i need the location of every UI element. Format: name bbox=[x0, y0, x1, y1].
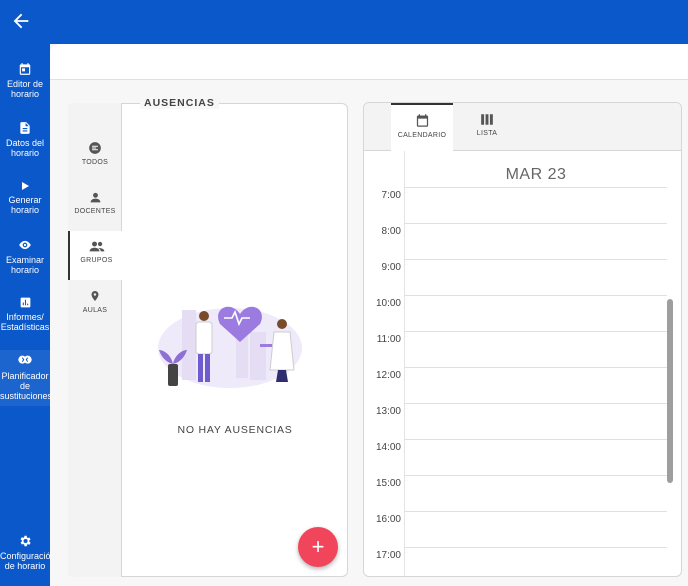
gear-icon bbox=[20, 535, 31, 547]
tab-calendario[interactable]: CALENDARIO bbox=[391, 103, 453, 152]
hour-label: 7:00 bbox=[381, 190, 401, 201]
hour-label: 15:00 bbox=[375, 478, 401, 489]
hour-line bbox=[404, 511, 667, 512]
hour-label: 17:00 bbox=[375, 550, 401, 561]
hour-label: 8:00 bbox=[381, 226, 401, 237]
hour-line bbox=[404, 367, 667, 368]
group-icon bbox=[89, 241, 104, 252]
hour-line bbox=[404, 403, 667, 404]
hour-label: 9:00 bbox=[381, 262, 401, 273]
tab-lista[interactable]: LISTA bbox=[456, 103, 518, 151]
tab-label: GRUPOS bbox=[80, 257, 113, 264]
sidebar-item-label: Examinar horario bbox=[5, 255, 44, 275]
top-bar bbox=[0, 0, 688, 44]
sidebar-item-datos[interactable]: Datos del horario bbox=[0, 121, 50, 158]
tab-label: DOCENTES bbox=[74, 208, 116, 215]
hour-line bbox=[404, 259, 667, 260]
doctors-illustration bbox=[158, 306, 302, 388]
hour-line bbox=[404, 187, 667, 188]
sidebar-item-label: Datos del horario bbox=[5, 138, 45, 158]
tab-label: LISTA bbox=[476, 130, 498, 137]
play-icon bbox=[22, 182, 29, 190]
hour-label: 12:00 bbox=[375, 370, 401, 381]
sidebar-item-configuracion[interactable]: Configuración de horario bbox=[0, 534, 56, 571]
sidebar-item-generar[interactable]: Generar horario bbox=[0, 180, 50, 215]
hour-line bbox=[404, 295, 667, 296]
grid-divider bbox=[404, 189, 405, 576]
chart-icon bbox=[20, 297, 30, 308]
sidebar-item-examinar[interactable]: Examinar horario bbox=[0, 238, 50, 275]
hour-line bbox=[404, 331, 667, 332]
hour-label: 11:00 bbox=[376, 334, 401, 345]
empty-state-text: NO HAY AUSENCIAS bbox=[177, 424, 293, 436]
sidebar-item-label: Editor de horario bbox=[6, 79, 44, 99]
tab-grupos[interactable]: GRUPOS bbox=[68, 231, 123, 280]
location-pin-icon bbox=[91, 291, 99, 301]
calendar-grid: 7:00 8:00 9:00 10:00 11:00 12:00 13:00 14:00 15:… bbox=[364, 187, 667, 576]
substitutions-icon bbox=[18, 355, 32, 364]
sidebar-item-editor[interactable]: Editor de horario bbox=[0, 62, 50, 99]
tab-label: TODOS bbox=[81, 159, 109, 166]
hour-label: 10:00 bbox=[375, 298, 401, 309]
hour-label: 14:00 bbox=[375, 442, 401, 453]
calendar-edit-icon bbox=[19, 63, 31, 75]
calendar-tab-bar: CALENDARIO LISTA bbox=[364, 103, 681, 152]
list-columns-icon bbox=[481, 114, 493, 125]
tab-label: CALENDARIO bbox=[397, 132, 447, 139]
absences-title: AUSENCIAS bbox=[140, 97, 219, 109]
add-absence-button[interactable]: + bbox=[298, 527, 338, 567]
tab-todos[interactable]: TODOS bbox=[68, 141, 122, 189]
back-arrow-icon[interactable] bbox=[10, 10, 32, 32]
hour-label: 13:00 bbox=[375, 406, 401, 417]
tab-aulas[interactable]: AULAS bbox=[68, 289, 122, 337]
sidebar-item-label: Configuración de horario bbox=[0, 551, 56, 571]
calendar-panel: CALENDARIO LISTA MAR 23 7:00 8:00 9:00 10:0… bbox=[363, 102, 682, 577]
hour-line bbox=[404, 475, 667, 476]
calendar-scrollbar[interactable] bbox=[667, 299, 673, 483]
hour-line bbox=[404, 223, 667, 224]
calendar-icon bbox=[416, 114, 428, 127]
sidebar-item-label: Generar horario bbox=[8, 195, 42, 215]
sidebar-item-informes[interactable]: Informes/ Estadísticas bbox=[0, 296, 50, 332]
person-icon bbox=[90, 192, 100, 203]
eye-icon bbox=[19, 240, 31, 250]
hour-line bbox=[404, 439, 667, 440]
sidebar-item-label: Planificador de sustituciones bbox=[0, 371, 53, 401]
hour-label: 16:00 bbox=[375, 514, 401, 525]
hour-line bbox=[404, 547, 667, 548]
tab-label: AULAS bbox=[82, 307, 108, 314]
all-icon bbox=[89, 142, 101, 154]
content-header bbox=[50, 44, 688, 80]
sidebar-item-label: Informes/ Estadísticas bbox=[0, 312, 50, 332]
document-icon bbox=[20, 122, 30, 134]
absences-tab-bar: TODOS DOCENTES GRUPOS AULAS bbox=[68, 103, 123, 577]
day-header: MAR 23 bbox=[404, 151, 667, 189]
sidebar-item-planificador[interactable]: Planificador de sustituciones bbox=[0, 350, 53, 406]
